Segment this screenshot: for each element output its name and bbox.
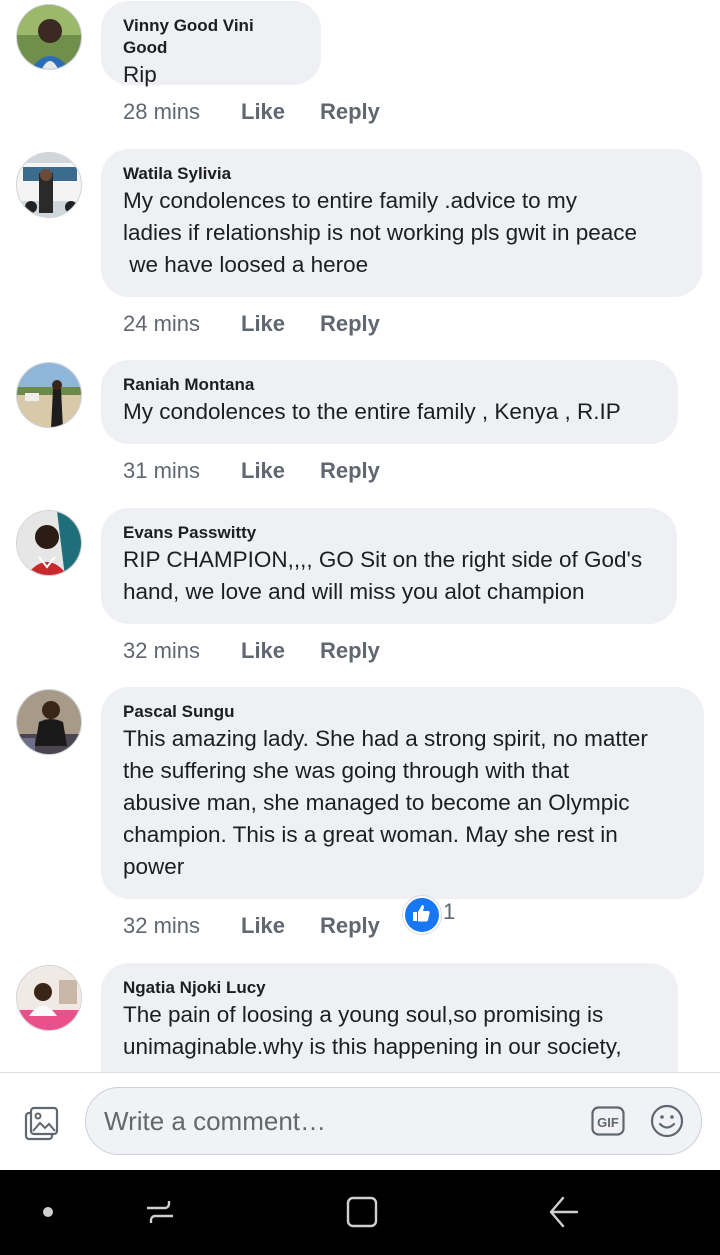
avatar[interactable] xyxy=(16,4,82,70)
comment-author[interactable]: Evans Passwitty xyxy=(123,522,655,544)
like-button[interactable]: Like xyxy=(241,98,285,126)
comment-author[interactable]: Pascal Sungu xyxy=(123,701,682,723)
overview-icon[interactable] xyxy=(342,1192,382,1232)
comment-bubble: Pascal Sungu This amazing lady. She had … xyxy=(101,687,704,899)
like-button[interactable]: Like xyxy=(241,912,285,940)
comment-text: The pain of loosing a young soul,so prom… xyxy=(123,1002,622,1059)
comment-input-placeholder: Write a comment… xyxy=(104,1106,327,1136)
svg-text:GIF: GIF xyxy=(597,1115,619,1130)
comment-time: 24 mins xyxy=(123,311,201,336)
avatar[interactable] xyxy=(16,510,82,576)
comment-author[interactable]: Ngatia Njoki Lucy xyxy=(123,977,656,999)
comment-text: My condolences to the entire family , Ke… xyxy=(123,399,621,424)
comment-time: 32 mins xyxy=(123,638,201,663)
like-button[interactable]: Like xyxy=(241,310,285,338)
photo-icon[interactable] xyxy=(22,1105,60,1143)
comment-time: 31 mins xyxy=(123,458,201,483)
recents-icon[interactable] xyxy=(140,1192,180,1232)
home-dot-icon[interactable] xyxy=(28,1192,68,1232)
comment-bubble: Evans Passwitty RIP CHAMPION,,,, GO Sit … xyxy=(101,508,677,624)
like-button[interactable]: Like xyxy=(241,457,285,485)
reply-button[interactable]: Reply xyxy=(320,912,380,940)
system-navigation-bar xyxy=(0,1170,720,1255)
reply-button[interactable]: Reply xyxy=(320,310,380,338)
reaction-count[interactable]: 1 xyxy=(443,898,455,926)
comment-bubble: Vinny Good Vini Good Rip xyxy=(101,1,321,87)
avatar[interactable] xyxy=(16,689,82,755)
emoji-icon[interactable] xyxy=(650,1104,684,1138)
thumbs-up-icon[interactable] xyxy=(403,896,441,934)
comment-author[interactable]: Vinny Good Vini Good xyxy=(123,15,299,59)
avatar[interactable] xyxy=(16,152,82,218)
comment-author[interactable]: Raniah Montana xyxy=(123,374,656,396)
comment-bubble: Raniah Montana My condolences to the ent… xyxy=(101,360,678,444)
avatar[interactable] xyxy=(16,965,82,1031)
comment-author[interactable]: Watila Sylivia xyxy=(123,163,680,185)
reply-button[interactable]: Reply xyxy=(320,637,380,665)
comment-bubble: Watila Sylivia My condolences to entire … xyxy=(101,149,702,297)
comment-text: Rip xyxy=(123,62,157,87)
back-icon[interactable] xyxy=(543,1192,583,1232)
comment-composer: Write a comment… GIF xyxy=(0,1072,720,1171)
comment-time: 28 mins xyxy=(123,99,201,124)
reply-button[interactable]: Reply xyxy=(320,457,380,485)
comment-text: My condolences to entire family .advice … xyxy=(123,188,638,277)
comment-time: 32 mins xyxy=(123,913,201,938)
like-button[interactable]: Like xyxy=(241,637,285,665)
comment-input[interactable]: Write a comment… GIF xyxy=(85,1087,702,1155)
reply-button[interactable]: Reply xyxy=(320,98,380,126)
avatar[interactable] xyxy=(16,362,82,428)
comment-text: This amazing lady. She had a strong spir… xyxy=(123,726,648,879)
gif-icon[interactable]: GIF xyxy=(591,1106,625,1136)
comment-text: RIP CHAMPION,,,, GO Sit on the right sid… xyxy=(123,547,643,604)
